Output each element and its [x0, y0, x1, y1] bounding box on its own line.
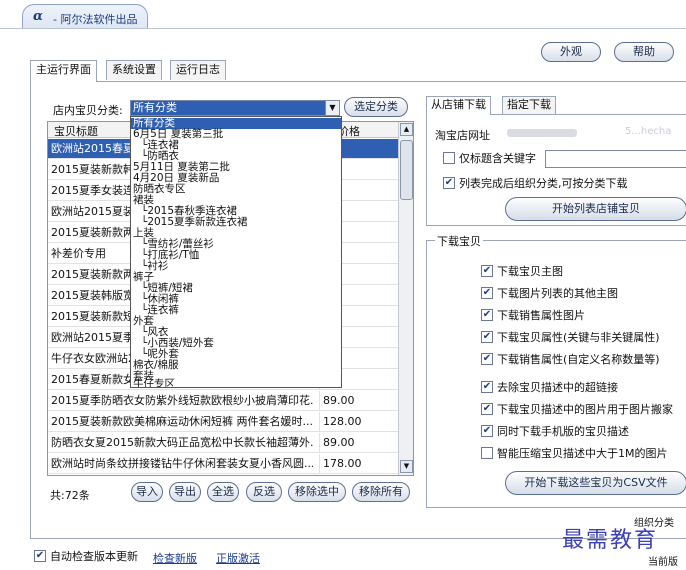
scroll-thumb[interactable] — [400, 140, 413, 200]
shop-download-panel: 淘宝店网址 5...hecha 仅标题含关键字 ✔ 列表完成后组织分类,可按分类下… — [426, 114, 686, 226]
tab-main[interactable]: 主运行界面 — [30, 60, 97, 82]
checkmark-icon[interactable]: ✔ — [481, 331, 493, 343]
select-category-button[interactable]: 选定分类 — [344, 97, 408, 117]
option-product-attrs[interactable]: ✔ 下载宝贝属性(关键与非关键属性) — [481, 331, 660, 344]
shop-url-blurred — [507, 129, 577, 137]
tab-shop-download[interactable]: 从店铺下载 — [426, 96, 491, 115]
table-row[interactable]: 2015夏季防晒衣女防紫外线短款欧根纱小披肩薄印花... 89.00 — [48, 391, 398, 411]
category-label: 店内宝贝分类: — [53, 104, 123, 117]
checkmark-icon[interactable]: ✔ — [481, 353, 493, 365]
checkmark-icon[interactable]: ✔ — [34, 550, 46, 562]
start-download-button[interactable]: 开始下载这些宝贝为CSV文件 — [505, 471, 686, 495]
table-row[interactable]: 防晒衣女夏2015新款大码正品宽松中长款长袖超薄外... 89.00 — [48, 433, 398, 453]
checkbox-icon[interactable] — [481, 447, 493, 459]
checkmark-icon[interactable]: ✔ — [481, 425, 493, 437]
checkmark-icon[interactable]: ✔ — [481, 403, 493, 415]
option-remove-links[interactable]: ✔ 去除宝贝描述中的超链接 — [481, 381, 618, 394]
app-title: - 阿尔法软件出品 — [53, 13, 138, 26]
checkmark-icon[interactable]: ✔ — [481, 309, 493, 321]
table-row[interactable]: 欧洲站时尚条纹拼接镂钻牛仔休闲套装女夏小香风圆... 178.00 — [48, 454, 398, 474]
option-desc-images[interactable]: ✔ 下载宝贝描述中的图片用于图片搬家 — [481, 403, 673, 416]
group-title: 下载宝贝 — [435, 233, 483, 249]
checkmark-icon[interactable]: ✔ — [481, 381, 493, 393]
option-mobile-desc[interactable]: ✔ 同时下载手机版的宝贝描述 — [481, 425, 629, 438]
keyword-only-checkbox[interactable]: 仅标题含关键字 — [443, 152, 536, 165]
download-options-group: 下载宝贝 ✔ 下载宝贝主图 ✔ 下载图片列表的其他主图 ✔ 下载销售属性图片 ✔ 下载宝… — [426, 233, 686, 508]
category-dropdown[interactable]: 所有分类 6月5日 夏装第三批 └连衣裙 └防晒衣 5月11日 夏装第二批 4月… — [130, 116, 342, 388]
scroll-down-icon[interactable]: ▼ — [400, 460, 413, 473]
table-row[interactable]: 2015夏装新款欧美棉麻运动休闲短裤 两件套名媛时... 128.00 — [48, 412, 398, 432]
app-title-tab: α - 阿尔法软件出品 — [22, 4, 148, 28]
activate-link[interactable]: 正版激活 — [216, 550, 260, 566]
checkbox-icon[interactable] — [443, 152, 455, 164]
tab-settings[interactable]: 系统设置 — [106, 60, 162, 80]
shop-url-fragment: 5...hecha — [625, 126, 672, 137]
category-select[interactable]: 所有分类 ▼ — [130, 100, 340, 116]
chevron-down-icon[interactable]: ▼ — [325, 101, 339, 115]
dropdown-option[interactable]: 牛仔专区 — [133, 379, 175, 388]
category-selected: 所有分类 — [133, 101, 177, 114]
auto-group-checkbox[interactable]: ✔ 列表完成后组织分类,可按分类下载 — [443, 177, 628, 190]
appearance-button[interactable]: 外观 — [541, 42, 601, 62]
checkmark-icon[interactable]: ✔ — [443, 177, 455, 189]
watermark-text: 最需教育 — [562, 528, 659, 553]
tab-specified-download[interactable]: 指定下载 — [502, 96, 556, 114]
table-scrollbar[interactable]: ▲ ▼ — [398, 122, 413, 475]
current-version: 当前版 — [648, 557, 678, 568]
help-button[interactable]: 帮助 — [614, 42, 674, 62]
keyword-input[interactable] — [545, 150, 686, 168]
export-button[interactable]: 导出 — [169, 482, 201, 502]
remove-all-button[interactable]: 移除所有 — [352, 482, 410, 502]
option-sale-attrs[interactable]: ✔ 下载销售属性(自定义名称数量等) — [481, 353, 660, 366]
dropdown-option[interactable]: └2015夏季新款连衣裙 — [141, 217, 248, 228]
check-version-link[interactable]: 检查新版 — [153, 550, 197, 566]
option-sale-attr-images[interactable]: ✔ 下载销售属性图片 — [481, 309, 585, 322]
import-button[interactable]: 导入 — [131, 482, 163, 502]
alpha-logo-icon: α — [33, 9, 44, 24]
shop-url-label: 淘宝店网址 — [435, 129, 490, 142]
invert-selection-button[interactable]: 反选 — [246, 482, 282, 502]
option-main-image[interactable]: ✔ 下载宝贝主图 — [481, 265, 563, 278]
auto-update-checkbox[interactable]: ✔ 自动检查版本更新 — [34, 550, 138, 563]
item-count: 共:72条 — [50, 489, 90, 502]
start-list-button[interactable]: 开始列表店铺宝贝 — [505, 197, 686, 221]
select-all-button[interactable]: 全选 — [207, 482, 239, 502]
option-list-images[interactable]: ✔ 下载图片列表的其他主图 — [481, 287, 618, 300]
shop-url-field[interactable]: 5...hecha — [499, 123, 686, 141]
col-title-header[interactable]: 宝贝标题 — [54, 123, 98, 139]
remove-selected-button[interactable]: 移除选中 — [288, 482, 346, 502]
tab-log[interactable]: 运行日志 — [170, 60, 226, 80]
download-panel: 从店铺下载 指定下载 淘宝店网址 5...hecha 仅标题含关键字 ✔ 列表完成… — [426, 96, 686, 568]
checkmark-icon[interactable]: ✔ — [481, 287, 493, 299]
checkmark-icon[interactable]: ✔ — [481, 265, 493, 277]
option-compress-images[interactable]: 智能压缩宝贝描述中大于1M的图片 — [481, 447, 668, 460]
scroll-up-icon[interactable]: ▲ — [400, 123, 413, 136]
